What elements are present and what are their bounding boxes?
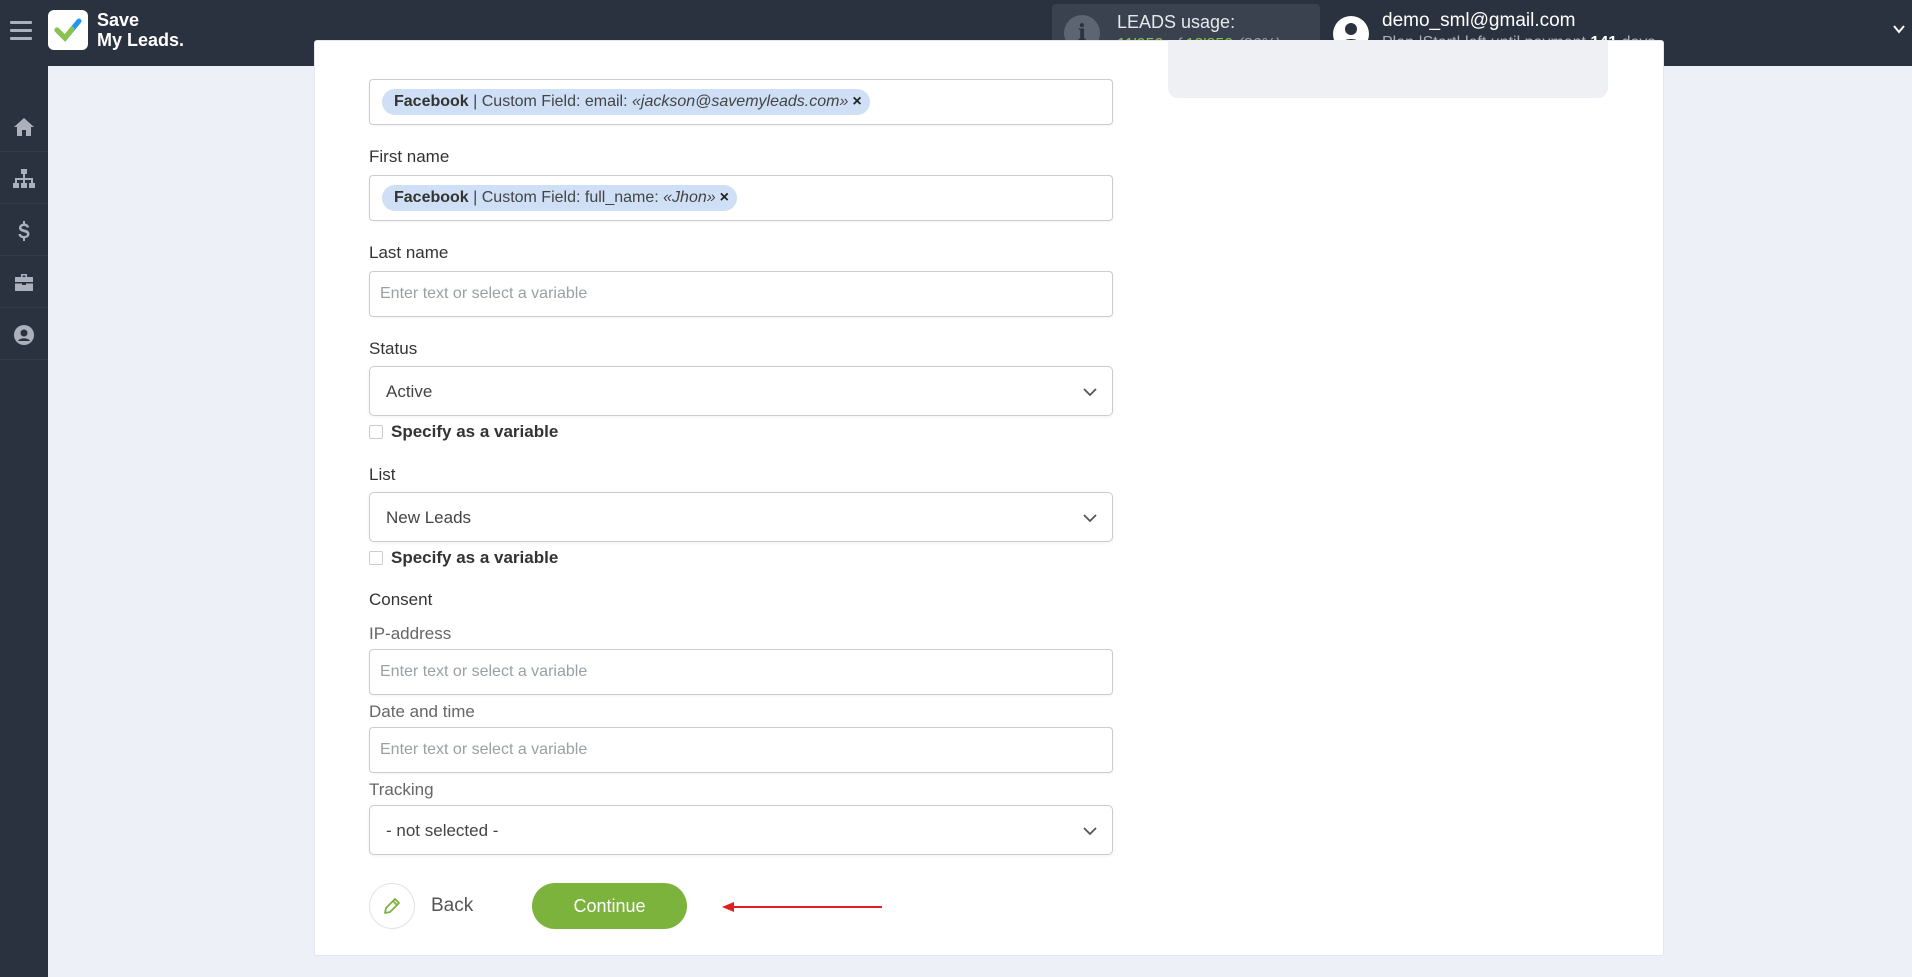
chevron-down-icon xyxy=(1083,388,1097,397)
list-label: List xyxy=(369,465,396,484)
tag-remove-icon[interactable]: × xyxy=(852,93,861,110)
status-select[interactable]: Active xyxy=(369,366,1113,416)
sidebar-item-billing[interactable] xyxy=(0,206,48,256)
tag-source: Facebook xyxy=(394,93,469,110)
chevron-down-icon[interactable] xyxy=(1892,22,1906,36)
date-time-label: Date and time xyxy=(369,702,475,721)
continue-button[interactable]: Continue xyxy=(532,883,687,929)
sidebar xyxy=(0,66,48,977)
ip-address-label: IP-address xyxy=(369,624,452,643)
logo-line-1: Save xyxy=(97,10,140,30)
list-select[interactable]: New Leads xyxy=(369,492,1113,542)
sitemap-icon xyxy=(13,168,35,188)
last-name-label: Last name xyxy=(369,243,449,262)
logo-check-icon[interactable] xyxy=(48,10,88,50)
sidebar-item-account[interactable] xyxy=(0,310,48,360)
list-checkbox-label: Specify as a variable xyxy=(391,548,559,567)
list-variable-checkbox[interactable] xyxy=(369,551,383,565)
pencil-icon xyxy=(369,883,415,929)
email-field[interactable]: Facebook | Custom Field: email: «jackson… xyxy=(369,79,1113,125)
status-checkbox-label: Specify as a variable xyxy=(391,422,559,441)
home-icon xyxy=(14,117,34,136)
sidebar-item-home[interactable] xyxy=(0,102,48,152)
list-specify-variable[interactable]: Specify as a variable xyxy=(369,548,558,568)
chevron-down-icon xyxy=(1083,827,1097,836)
first-name-variable-tag[interactable]: Facebook | Custom Field: full_name: «Jho… xyxy=(382,185,737,211)
first-name-field[interactable]: Facebook | Custom Field: full_name: «Jho… xyxy=(369,175,1113,221)
email-variable-tag[interactable]: Facebook | Custom Field: email: «jackson… xyxy=(382,89,870,115)
logo-text[interactable]: Save My Leads. xyxy=(97,10,184,50)
ip-address-placeholder: Enter text or select a variable xyxy=(380,663,588,680)
briefcase-icon xyxy=(15,273,33,291)
date-time-placeholder: Enter text or select a variable xyxy=(380,741,588,758)
ip-address-field[interactable]: Enter text or select a variable xyxy=(369,649,1113,695)
status-variable-checkbox[interactable] xyxy=(369,425,383,439)
list-value: New Leads xyxy=(386,508,472,527)
back-button[interactable]: Back xyxy=(369,883,473,929)
user-circle-icon xyxy=(14,324,34,345)
last-name-placeholder: Enter text or select a variable xyxy=(380,285,588,302)
tracking-label: Tracking xyxy=(369,780,434,799)
status-label: Status xyxy=(369,339,418,358)
logo-line-2: My Leads. xyxy=(97,30,185,50)
tracking-select[interactable]: - not selected - xyxy=(369,805,1113,855)
tag-text: | Custom Field: full_name: xyxy=(468,189,664,206)
tag-text: | Custom Field: email: xyxy=(468,93,632,110)
consent-label: Consent xyxy=(369,590,433,609)
tag-source: Facebook xyxy=(394,189,469,206)
tag-value: «Jhon» xyxy=(663,189,716,206)
sidebar-item-tools[interactable] xyxy=(0,258,48,308)
tag-value: «jackson@savemyleads.com» xyxy=(632,93,849,110)
hamburger-menu-icon[interactable] xyxy=(10,21,32,41)
red-arrow-annotation xyxy=(722,902,882,912)
user-email[interactable]: demo_sml@gmail.com xyxy=(1382,10,1576,32)
back-label: Back xyxy=(431,895,474,916)
dollar-icon xyxy=(18,220,30,241)
tag-remove-icon[interactable]: × xyxy=(720,189,729,206)
info-panel xyxy=(1168,40,1608,98)
date-time-field[interactable]: Enter text or select a variable xyxy=(369,727,1113,773)
usage-title: LEADS usage: xyxy=(1117,12,1236,32)
status-specify-variable[interactable]: Specify as a variable xyxy=(369,422,558,442)
status-value: Active xyxy=(386,382,433,401)
first-name-label: First name xyxy=(369,147,450,166)
tracking-value: - not selected - xyxy=(386,821,499,840)
sidebar-item-connections[interactable] xyxy=(0,154,48,204)
last-name-field[interactable]: Enter text or select a variable xyxy=(369,271,1113,317)
chevron-down-icon xyxy=(1083,514,1097,523)
